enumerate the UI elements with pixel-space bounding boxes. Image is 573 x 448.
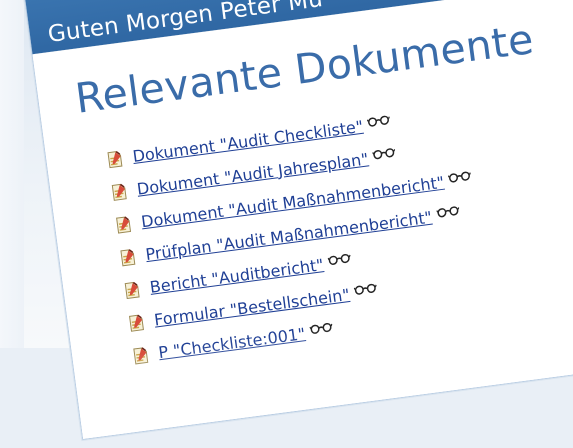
- portal-window: Guten Morgen Peter Mu Relevante Dokument…: [22, 0, 573, 441]
- glasses-icon[interactable]: [367, 114, 392, 131]
- glasses-icon[interactable]: [372, 146, 397, 163]
- glasses-icon[interactable]: [327, 252, 352, 269]
- document-icon: [119, 247, 137, 267]
- document-icon: [110, 182, 128, 202]
- document-icon: [123, 280, 141, 300]
- left-margin: [0, 0, 24, 348]
- skewed-window-scene: Guten Morgen Peter Mu Relevante Dokument…: [22, 0, 573, 448]
- glasses-icon[interactable]: [448, 170, 473, 187]
- glasses-icon[interactable]: [435, 204, 461, 221]
- content-panel: Relevante Dokumente Dokument "Audit Chec…: [32, 0, 573, 439]
- document-icon: [132, 345, 150, 365]
- document-icon: [106, 149, 124, 169]
- glasses-icon[interactable]: [309, 321, 334, 338]
- document-icon: [127, 313, 145, 333]
- document-list: Dokument "Audit Checkliste" Dokument "Au…: [105, 97, 491, 373]
- glasses-icon[interactable]: [353, 282, 378, 299]
- document-icon: [114, 214, 132, 234]
